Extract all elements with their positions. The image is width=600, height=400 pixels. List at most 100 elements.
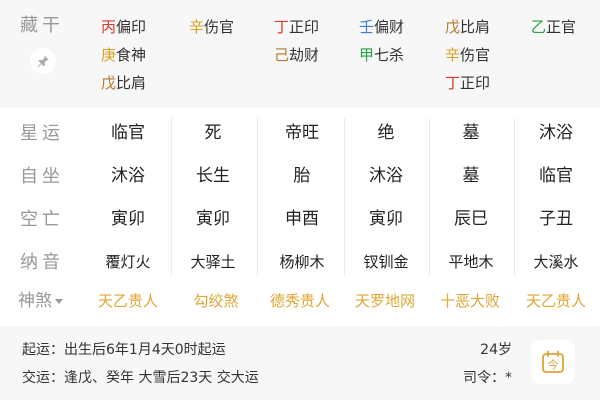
column-divider [171, 118, 172, 276]
ten-god: 偏印 [116, 18, 147, 36]
shensha-row: 神煞 天乙贵人 勾绞煞 德秀贵人 天罗地网 十恶大败 天乙贵人 [0, 284, 600, 318]
pillar-cell: 墓 [462, 166, 480, 186]
calendar-today-button[interactable]: 今 [531, 340, 575, 384]
pillar-cell: 杨柳木 [279, 253, 325, 271]
hidden-stem: 丁 [274, 18, 290, 36]
pillar-row: 空亡 寅卯 寅卯 申酉 寅卯 辰巳 子丑 [0, 198, 600, 241]
ten-god: 正印 [460, 74, 491, 92]
canggan-column: 乙正官 [531, 13, 576, 41]
svg-text:今: 今 [548, 358, 559, 372]
shensha-cell[interactable]: 天罗地网 [343, 284, 427, 318]
pillar-grid: 星运 临官死帝旺绝墓沐浴 自坐 沐浴 长生胎沐浴墓临官 空亡 寅卯 寅卯 申酉 寅卯 辰巳 子丑 纳音覆… [0, 112, 600, 284]
pillar-cell: 帝旺 [285, 123, 319, 143]
pillar-cell: 长生 [196, 166, 230, 186]
canggan-item: 丁正印 [274, 13, 319, 41]
canggan-item: 己劫财 [274, 41, 319, 69]
shensha-cell[interactable]: 勾绞煞 [174, 284, 258, 318]
pillar-cell: 钗钏金 [363, 253, 409, 271]
hidden-stem: 戊 [445, 18, 461, 36]
canggan-column: 壬偏财 甲七杀 [359, 13, 404, 69]
canggan-column: 丁正印 己劫财 [274, 13, 319, 69]
row-label: 自坐 [20, 166, 64, 187]
siling-text: 司令：* [463, 370, 512, 386]
hidden-stem: 己 [274, 46, 290, 64]
ten-god: 七杀 [374, 46, 405, 64]
pillar-cell: 沐浴 [539, 123, 573, 143]
hidden-stem: 壬 [359, 18, 375, 36]
pillar-cell: 大驿土 [190, 253, 236, 271]
canggan-item: 甲七杀 [359, 41, 404, 69]
pillar-row: 纳音 覆灯火 大驿土 杨柳木 钗钏金 平地木 大溪水 [0, 241, 600, 284]
row-label: 星运 [20, 123, 64, 144]
canggan-item: 戊比肩 [101, 69, 146, 97]
hidden-stem: 丙 [101, 18, 117, 36]
canggan-item: 戊比肩 [445, 13, 490, 41]
canggan-column: 辛伤官 [189, 13, 234, 41]
canggan-item: 壬偏财 [359, 13, 404, 41]
pin-button[interactable] [30, 48, 56, 74]
qiyun-text: 起运：出生后6年1月4天0时起运 [22, 342, 226, 358]
canggan-section: 藏干 丙偏印 庚食神 戊比肩 辛伤官 丁正印 己劫财 壬偏财 甲七杀 戊比肩 辛伤官 丁正印 乙正官 [0, 0, 600, 108]
ten-god: 偏财 [374, 18, 405, 36]
pillar-cell: 大溪水 [533, 253, 579, 271]
age-text: 24岁 [480, 342, 512, 358]
shensha-cell[interactable]: 十恶大败 [428, 284, 512, 318]
ten-god: 正印 [289, 18, 320, 36]
hidden-stem: 辛 [189, 18, 205, 36]
pillar-cell: 平地木 [448, 253, 494, 271]
pillar-cell: 死 [204, 123, 222, 143]
shensha-cell[interactable]: 天乙贵人 [514, 284, 598, 318]
pillar-cell: 覆灯火 [105, 253, 151, 271]
canggan-label: 藏干 [20, 15, 64, 36]
pillar-row: 星运 临官 死 帝旺 绝 墓 沐浴 [0, 112, 600, 155]
pillar-cell: 子丑 [539, 209, 573, 229]
ten-god: 劫财 [289, 46, 320, 64]
pillar-cell: 寅卯 [369, 209, 403, 229]
canggan-item: 丁正印 [445, 69, 490, 97]
canggan-column: 丙偏印 庚食神 戊比肩 [101, 13, 146, 97]
ten-god: 伤官 [204, 18, 235, 36]
canggan-item: 乙正官 [531, 13, 576, 41]
hidden-stem: 戊 [101, 74, 117, 92]
pillar-cell: 寅卯 [196, 209, 230, 229]
pillar-row: 自坐 沐浴 长生 胎 沐浴 墓 临官 [0, 155, 600, 198]
pillar-cell: 墓 [462, 123, 480, 143]
column-divider [344, 118, 345, 276]
canggan-item: 庚食神 [101, 41, 146, 69]
pillar-cell: 沐浴 [111, 166, 145, 186]
ten-god: 伤官 [460, 46, 491, 64]
yun-info-panel: 起运：出生后6年1月4天0时起运 交运：逢戊、癸年 大雪后23天 交大运 24岁… [0, 326, 600, 400]
shensha-cell[interactable]: 天乙贵人 [86, 284, 170, 318]
shensha-cell[interactable]: 德秀贵人 [258, 284, 342, 318]
pillar-cell: 申酉 [285, 209, 319, 229]
row-label: 纳音 [20, 252, 64, 273]
pillar-cell: 寅卯 [111, 209, 145, 229]
column-divider [514, 118, 515, 276]
ten-god: 正官 [546, 18, 577, 36]
pillar-cell: 辰巳 [454, 209, 488, 229]
ten-god: 比肩 [460, 18, 491, 36]
ten-god: 比肩 [116, 74, 147, 92]
caret-down-icon [55, 298, 63, 304]
hidden-stem: 甲 [359, 46, 375, 64]
canggan-item: 丙偏印 [101, 13, 146, 41]
ten-god: 食神 [116, 46, 147, 64]
canggan-column: 戊比肩 辛伤官 丁正印 [445, 13, 490, 97]
hidden-stem: 丁 [445, 74, 461, 92]
row-label: 空亡 [20, 209, 64, 230]
pillar-cell: 临官 [111, 123, 145, 143]
hidden-stem: 辛 [445, 46, 461, 64]
pin-icon [37, 55, 49, 68]
jiaoyun-text: 交运：逢戊、癸年 大雪后23天 交大运 [22, 370, 259, 386]
pillar-cell: 胎 [293, 166, 311, 186]
pillar-cell: 临官 [539, 166, 573, 186]
shensha-label: 神煞 [18, 291, 52, 311]
pillar-cell: 沐浴 [369, 166, 403, 186]
canggan-item: 辛伤官 [189, 13, 234, 41]
shensha-toggle[interactable]: 神煞 [18, 284, 63, 318]
canggan-item: 辛伤官 [445, 41, 490, 69]
hidden-stem: 乙 [531, 18, 547, 36]
column-divider [429, 118, 430, 276]
column-divider [257, 118, 258, 276]
calendar-today-icon: 今 [542, 350, 564, 373]
